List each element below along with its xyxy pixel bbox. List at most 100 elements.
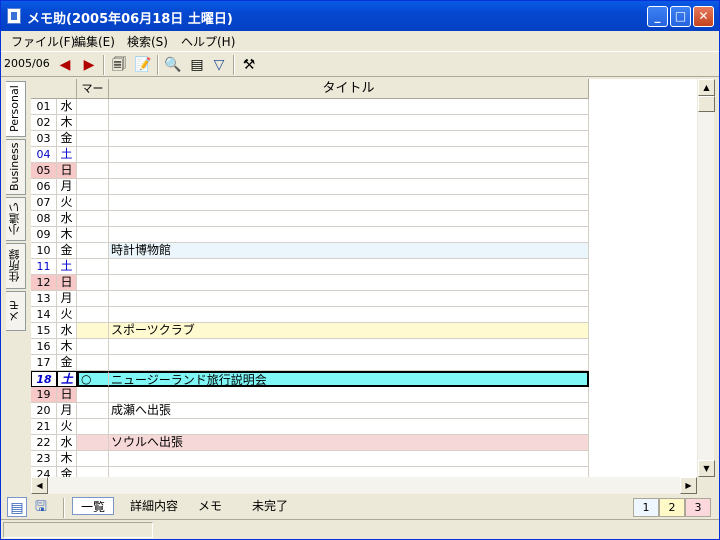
close-button[interactable]: ✕ <box>693 6 714 27</box>
row-mark[interactable] <box>77 163 109 179</box>
row-weekday[interactable]: 月 <box>57 179 77 195</box>
maximize-button[interactable]: □ <box>670 6 691 27</box>
table-row[interactable]: 24 金 <box>31 467 589 477</box>
row-weekday[interactable]: 火 <box>57 195 77 211</box>
scroll-right-icon[interactable]: ▶ <box>680 477 697 494</box>
vertical-scrollbar[interactable]: ▲ ▼ <box>697 79 715 477</box>
table-row[interactable]: 02 木 <box>31 115 589 131</box>
row-weekday[interactable]: 金 <box>57 131 77 147</box>
table-row[interactable]: 18 土 ○ ニュージーランド旅行説明会 <box>31 371 589 387</box>
page-1-button[interactable]: 1 <box>633 498 659 517</box>
row-weekday[interactable]: 火 <box>57 419 77 435</box>
row-title[interactable] <box>109 99 589 115</box>
search-icon[interactable]: 🔍 <box>163 55 183 75</box>
prev-month-icon[interactable]: ◀ <box>55 55 75 75</box>
table-row[interactable]: 22 水 ソウルへ出張 <box>31 435 589 451</box>
row-title[interactable] <box>109 115 589 131</box>
row-title[interactable] <box>109 227 589 243</box>
row-title[interactable] <box>109 259 589 275</box>
row-title[interactable]: 時計博物館 <box>109 243 589 259</box>
table-row[interactable]: 23 木 <box>31 451 589 467</box>
row-mark[interactable] <box>77 435 109 451</box>
row-mark[interactable] <box>77 451 109 467</box>
tab-list[interactable]: 一覧 <box>72 497 114 515</box>
row-weekday[interactable]: 土 <box>57 371 77 387</box>
tab-bottom-memo[interactable]: メモ <box>191 497 229 515</box>
row-weekday[interactable]: 木 <box>57 115 77 131</box>
table-row[interactable]: 06 月 <box>31 179 589 195</box>
row-mark[interactable] <box>77 227 109 243</box>
table-row[interactable]: 17 金 <box>31 355 589 371</box>
row-weekday[interactable]: 水 <box>57 211 77 227</box>
row-mark[interactable] <box>77 195 109 211</box>
row-mark[interactable] <box>77 115 109 131</box>
header-title[interactable]: タイトル <box>109 79 589 99</box>
row-title[interactable] <box>109 451 589 467</box>
row-title[interactable] <box>109 195 589 211</box>
horizontal-scrollbar[interactable]: ◀ ▶ <box>31 477 697 494</box>
page-3-button[interactable]: 3 <box>685 498 711 517</box>
row-weekday[interactable]: 月 <box>57 403 77 419</box>
tab-memo[interactable]: メモ <box>6 291 26 331</box>
menu-search[interactable]: 検索(S) <box>127 33 168 50</box>
table-row[interactable]: 09 木 <box>31 227 589 243</box>
row-day[interactable]: 03 <box>31 131 57 147</box>
row-day[interactable]: 08 <box>31 211 57 227</box>
row-day[interactable]: 20 <box>31 403 57 419</box>
row-mark[interactable] <box>77 291 109 307</box>
row-weekday[interactable]: 日 <box>57 163 77 179</box>
row-day[interactable]: 05 <box>31 163 57 179</box>
tab-business[interactable]: Business <box>6 139 26 195</box>
row-mark[interactable] <box>77 403 109 419</box>
tab-incomplete[interactable]: 未完了 <box>245 497 295 515</box>
row-weekday[interactable]: 木 <box>57 227 77 243</box>
scroll-up-icon[interactable]: ▲ <box>698 79 715 96</box>
row-title[interactable] <box>109 291 589 307</box>
row-day[interactable]: 13 <box>31 291 57 307</box>
row-mark[interactable] <box>77 419 109 435</box>
row-mark[interactable] <box>77 339 109 355</box>
row-day[interactable]: 21 <box>31 419 57 435</box>
tab-details[interactable]: 詳細内容 <box>123 497 185 515</box>
row-day[interactable]: 17 <box>31 355 57 371</box>
row-title[interactable] <box>109 355 589 371</box>
row-title[interactable]: スポーツクラブ <box>109 323 589 339</box>
row-title[interactable]: ニュージーランド旅行説明会 <box>109 371 589 387</box>
row-day[interactable]: 24 <box>31 467 57 477</box>
row-title[interactable] <box>109 163 589 179</box>
tab-allowance[interactable]: 小遣い <box>6 197 26 241</box>
row-day[interactable]: 11 <box>31 259 57 275</box>
row-day[interactable]: 02 <box>31 115 57 131</box>
table-row[interactable]: 13 月 <box>31 291 589 307</box>
table-row[interactable]: 20 月 成瀬へ出張 <box>31 403 589 419</box>
row-weekday[interactable]: 金 <box>57 355 77 371</box>
row-weekday[interactable]: 木 <box>57 339 77 355</box>
row-weekday[interactable]: 月 <box>57 291 77 307</box>
scroll-thumb[interactable] <box>698 96 715 112</box>
row-mark[interactable] <box>77 355 109 371</box>
row-title[interactable] <box>109 419 589 435</box>
row-mark[interactable] <box>77 259 109 275</box>
row-weekday[interactable]: 土 <box>57 147 77 163</box>
row-mark[interactable] <box>77 211 109 227</box>
table-row[interactable]: 07 火 <box>31 195 589 211</box>
row-weekday[interactable]: 水 <box>57 323 77 339</box>
row-weekday[interactable]: 水 <box>57 435 77 451</box>
row-weekday[interactable]: 金 <box>57 467 77 477</box>
table-row[interactable]: 05 日 <box>31 163 589 179</box>
row-weekday[interactable]: 日 <box>57 275 77 291</box>
row-day[interactable]: 19 <box>31 387 57 403</box>
settings-tool-icon[interactable]: ⚒ <box>239 55 259 75</box>
row-day[interactable]: 10 <box>31 243 57 259</box>
row-mark[interactable] <box>77 307 109 323</box>
row-mark[interactable] <box>77 323 109 339</box>
table-row[interactable]: 19 日 <box>31 387 589 403</box>
row-weekday[interactable]: 水 <box>57 99 77 115</box>
filter-icon[interactable]: ▽ <box>209 55 229 75</box>
table-row[interactable]: 15 水 スポーツクラブ <box>31 323 589 339</box>
row-title[interactable] <box>109 179 589 195</box>
tab-personal[interactable]: Personal <box>6 81 26 137</box>
row-mark[interactable] <box>77 275 109 291</box>
row-title[interactable] <box>109 339 589 355</box>
row-weekday[interactable]: 金 <box>57 243 77 259</box>
